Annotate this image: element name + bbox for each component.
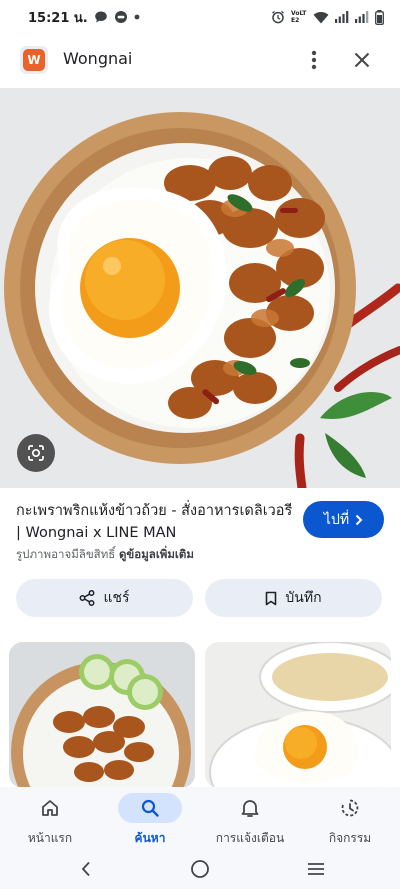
nav-activity[interactable]: กิจกรรม [300, 787, 400, 849]
chat-bubble-icon [94, 11, 107, 23]
nav-activity-label: กิจกรรม [328, 831, 372, 845]
chevron-right-icon [355, 514, 363, 525]
share-button[interactable]: แชร์ [16, 579, 193, 617]
back-chevron-icon [81, 861, 90, 877]
wongnai-logo: W [20, 46, 48, 74]
battery-icon [375, 9, 384, 25]
more-options-button[interactable] [300, 46, 328, 74]
nav-home-label: หน้าแรก [27, 831, 73, 845]
lens-icon [28, 445, 44, 461]
lens-search-button[interactable] [17, 434, 55, 472]
save-button[interactable]: บันทึก [205, 579, 382, 617]
nav-search-label: ค้นหา [134, 831, 166, 845]
related-image-1[interactable] [9, 642, 195, 788]
system-home-button[interactable] [186, 857, 214, 881]
learn-more-link[interactable]: ดูข้อมูลเพิ่มเติม [119, 547, 194, 561]
save-label: บันทึก [285, 590, 322, 606]
app-bar: W Wongnai [0, 34, 400, 86]
wifi-icon [313, 11, 329, 23]
nav-notifications-label: การแจ้งเตือน [215, 831, 285, 845]
home-icon [42, 800, 58, 816]
system-navigation-bar [0, 849, 400, 889]
close-icon [354, 52, 370, 68]
result-title[interactable]: กะเพราพริกแห้งข้าวถ้วย - สั่งอาหารเดลิเว… [16, 500, 296, 544]
more-vert-icon [311, 50, 317, 70]
search-icon [141, 799, 159, 817]
copyright-text: รูปภาพอาจมีลิขสิทธิ์ [16, 547, 116, 561]
share-label: แชร์ [103, 590, 130, 606]
volte-label: VoLTE2 [291, 10, 307, 24]
system-recents-button[interactable] [302, 857, 330, 881]
logo-letter: W [27, 53, 41, 67]
status-time: 15:21 น. [28, 10, 88, 26]
share-icon [80, 590, 95, 606]
dot-icon [134, 14, 140, 20]
home-circle-icon [191, 860, 209, 878]
bell-icon [241, 800, 259, 817]
signal-icon [335, 11, 349, 23]
main-food-image[interactable] [0, 88, 400, 488]
alarm-icon [272, 10, 284, 24]
nav-notifications[interactable]: การแจ้งเตือน [200, 787, 300, 849]
activity-icon [341, 799, 359, 817]
status-bar: 15:21 น. VoLTE2 [0, 0, 400, 34]
bookmark-icon [266, 591, 277, 605]
related-food-illustration-1 [9, 642, 195, 788]
app-title: Wongnai [63, 49, 133, 68]
signal-2-icon [355, 11, 369, 23]
visit-button[interactable]: ไปที่ [303, 501, 384, 538]
food-bowl-illustration [0, 88, 400, 488]
nav-home[interactable]: หน้าแรก [0, 787, 100, 849]
bottom-navigation: หน้าแรก ค้นหา การแจ้งเตือน กิจกรรม [0, 787, 400, 849]
related-food-illustration-2 [205, 642, 391, 788]
line-app-icon [114, 11, 127, 23]
related-image-2[interactable] [205, 642, 391, 788]
system-back-button[interactable] [72, 857, 100, 881]
nav-search[interactable]: ค้นหา [100, 787, 200, 849]
close-button[interactable] [348, 46, 376, 74]
visit-label: ไปที่ [323, 511, 350, 528]
recents-icon [308, 863, 324, 875]
copyright-note: รูปภาพอาจมีลิขสิทธิ์ ดูข้อมูลเพิ่มเติม [16, 546, 316, 564]
